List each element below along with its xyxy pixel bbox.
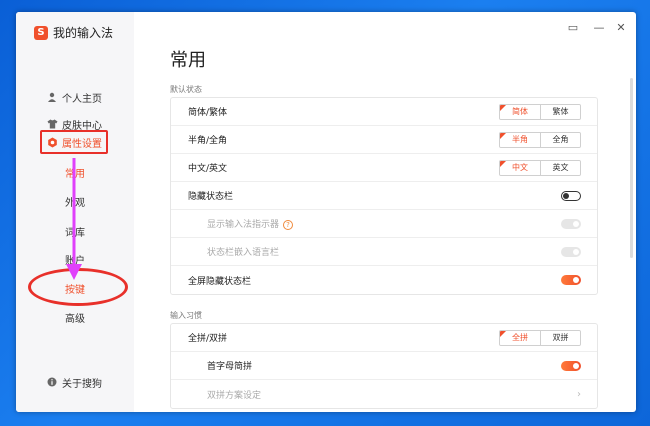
sidebar-item-label: 个人主页 xyxy=(62,93,102,105)
option-english[interactable]: 英文 xyxy=(540,160,580,175)
segmented-control: 全拼 双拼 xyxy=(499,329,581,346)
option-quanpin[interactable]: 全拼 xyxy=(500,330,541,345)
setting-label: 全拼/双拼 xyxy=(188,334,228,344)
page-title: 常用 xyxy=(170,50,206,71)
close-button[interactable]: ✕ xyxy=(614,20,628,34)
highlight-box-annotation xyxy=(40,130,108,154)
setting-label: 中文/英文 xyxy=(188,164,228,174)
setting-row-halfwidth-fullwidth: 半角/全角 半角 全角 xyxy=(171,126,597,154)
sidebar-subitem-appearance[interactable]: 外观 xyxy=(16,191,134,211)
chevron-right-icon: › xyxy=(577,388,581,400)
option-chinese[interactable]: 中文 xyxy=(500,160,541,175)
setting-row-shuangpin-scheme[interactable]: 双拼方案设定 › xyxy=(171,380,597,408)
segmented-control: 简体 繁体 xyxy=(499,103,581,120)
option-simplified[interactable]: 简体 xyxy=(500,104,541,119)
setting-label: 显示输入法指示器 xyxy=(207,220,280,230)
hide-status-bar-toggle[interactable] xyxy=(561,190,581,201)
setting-label-wrap: 显示输入法指示器? xyxy=(207,217,294,230)
section-label-input-habits: 输入习惯 xyxy=(170,311,202,320)
option-traditional[interactable]: 繁体 xyxy=(540,104,580,119)
setting-label: 双拼方案设定 xyxy=(207,390,262,401)
fullscreen-hide-toggle[interactable] xyxy=(561,275,581,285)
setting-label: 半角/全角 xyxy=(188,136,228,146)
setting-row-initial-abbrev: 首字母简拼 xyxy=(171,352,597,380)
initial-abbrev-toggle[interactable] xyxy=(561,360,581,371)
feedback-icon[interactable]: ▭ xyxy=(566,20,580,34)
highlight-ellipse-annotation xyxy=(28,268,128,306)
setting-row-quanpin-shuangpin: 全拼/双拼 全拼 双拼 xyxy=(171,324,597,352)
settings-window: S 我的输入法 个人主页 皮肤中心 属性设置 常用 外观 词库 账户 按键 高级… xyxy=(16,12,636,412)
segmented-control: 中文 英文 xyxy=(499,159,581,176)
setting-row-chinese-english: 中文/英文 中文 英文 xyxy=(171,154,597,182)
brand: S 我的输入法 xyxy=(34,24,113,41)
option-shuangpin[interactable]: 双拼 xyxy=(540,330,580,345)
segmented-control: 半角 全角 xyxy=(499,131,581,148)
setting-row-fullscreen-hide: 全屏隐藏状态栏 xyxy=(171,266,597,294)
setting-row-simplified-traditional: 简体/繁体 简体 繁体 xyxy=(171,98,597,126)
option-fullwidth[interactable]: 全角 xyxy=(540,132,580,147)
app-name: 我的输入法 xyxy=(53,26,114,40)
setting-row-embed-language-bar: 状态栏嵌入语言栏 xyxy=(171,238,597,266)
user-icon xyxy=(46,91,58,103)
option-halfwidth[interactable]: 半角 xyxy=(500,132,541,147)
sidebar-item-profile[interactable]: 个人主页 xyxy=(16,87,134,107)
info-icon xyxy=(46,376,58,388)
sidebar-subitem-advanced[interactable]: 高级 xyxy=(16,307,134,327)
default-state-card: 简体/繁体 简体 繁体 半角/全角 半角 全角 中文/英文 中文 英文 隐藏状态… xyxy=(170,97,598,295)
scrollbar[interactable] xyxy=(630,78,633,258)
sidebar-item-label: 关于搜狗 xyxy=(62,378,102,390)
show-indicator-toggle xyxy=(561,218,581,229)
sidebar-item-about[interactable]: 关于搜狗 xyxy=(16,372,134,392)
setting-row-hide-status-bar: 隐藏状态栏 xyxy=(171,182,597,210)
setting-label: 简体/繁体 xyxy=(188,108,228,118)
help-icon[interactable]: ? xyxy=(283,220,294,230)
sidebar-subitem-general[interactable]: 常用 xyxy=(16,162,134,182)
setting-label: 全屏隐藏状态栏 xyxy=(188,276,252,287)
sidebar-subitem-dictionary[interactable]: 词库 xyxy=(16,221,134,241)
section-label-default-state: 默认状态 xyxy=(170,85,202,94)
main-content: ▭ — ✕ 常用 默认状态 简体/繁体 简体 繁体 半角/全角 半角 全角 中文… xyxy=(134,12,636,412)
sogou-logo-icon: S xyxy=(34,25,48,40)
minimize-button[interactable]: — xyxy=(592,20,606,34)
sidebar: S 我的输入法 个人主页 皮肤中心 属性设置 常用 外观 词库 账户 按键 高级… xyxy=(16,12,134,412)
setting-label: 状态栏嵌入语言栏 xyxy=(207,248,280,258)
setting-label: 隐藏状态栏 xyxy=(188,192,234,202)
embed-language-bar-toggle xyxy=(561,246,581,257)
setting-row-show-indicator: 显示输入法指示器? xyxy=(171,210,597,238)
input-habits-card: 全拼/双拼 全拼 双拼 首字母简拼 双拼方案设定 › xyxy=(170,323,598,409)
shirt-icon xyxy=(46,118,58,130)
sidebar-subitem-account[interactable]: 账户 xyxy=(16,249,134,269)
setting-label: 首字母简拼 xyxy=(207,362,253,372)
